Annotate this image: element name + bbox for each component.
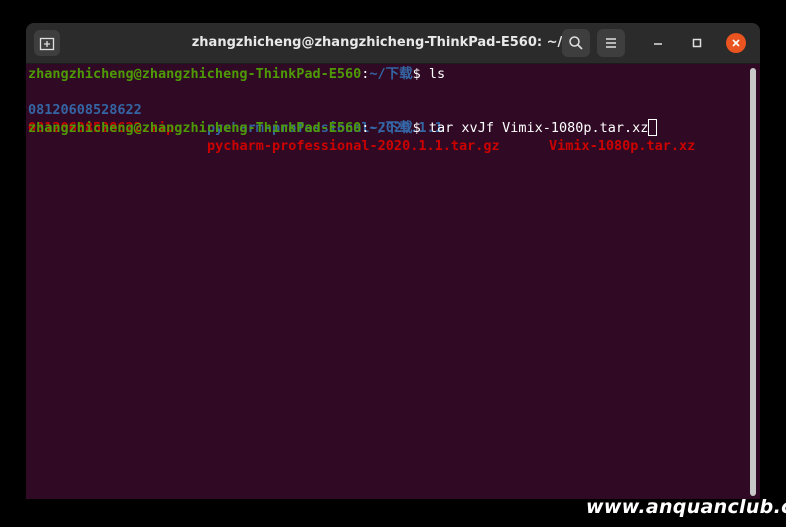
prompt-path: ~/下载 [369, 66, 413, 82]
command-input[interactable]: tar xvJf Vimix-1080p.tar.xz [429, 120, 648, 136]
menu-button[interactable] [597, 29, 625, 57]
hamburger-menu-icon [606, 38, 616, 48]
minimize-button[interactable] [648, 33, 668, 53]
terminal-window: zhangzhicheng@zhangzhicheng-ThinkPad-E56… [26, 23, 760, 499]
maximize-icon [692, 38, 702, 48]
text-cursor [648, 119, 658, 136]
ls-entry-archive: pycharm-professional-2020.1.1.tar.gz [207, 138, 500, 154]
new-tab-button[interactable] [34, 30, 60, 56]
ls-output-row-1: 08120608528622 pycharm-professional-2020… [28, 83, 748, 154]
new-tab-icon [39, 37, 55, 51]
ls-entry-archive: Vimix-1080p.tar.xz [549, 138, 696, 154]
terminal-line-4: zhangzhicheng@zhangzhicheng-ThinkPad-E56… [28, 119, 658, 137]
titlebar[interactable]: zhangzhicheng@zhangzhicheng-ThinkPad-E56… [26, 23, 760, 64]
ls-output-row-2: 08120608528622.zip pycharm-professional-… [28, 101, 748, 154]
search-icon [569, 36, 583, 50]
prompt-path: ~/下载 [369, 120, 413, 136]
search-button[interactable] [562, 29, 590, 57]
terminal-scrollbar[interactable] [750, 68, 756, 496]
prompt-symbol: $ [412, 66, 429, 82]
watermark: www.anquanclub.cn [586, 496, 786, 518]
terminal-output[interactable]: zhangzhicheng@zhangzhicheng-ThinkPad-E56… [26, 64, 748, 499]
close-button[interactable] [726, 33, 746, 53]
prompt-symbol: $ [412, 120, 429, 136]
prompt-user: zhangzhicheng@zhangzhicheng-ThinkPad-E56… [28, 120, 362, 136]
close-icon [732, 39, 740, 47]
command-text: ls [428, 66, 446, 82]
minimize-icon [654, 43, 662, 45]
prompt-user: zhangzhicheng@zhangzhicheng-ThinkPad-E56… [28, 66, 362, 82]
terminal-line-1: zhangzhicheng@zhangzhicheng-ThinkPad-E56… [28, 65, 445, 83]
maximize-button[interactable] [687, 33, 707, 53]
